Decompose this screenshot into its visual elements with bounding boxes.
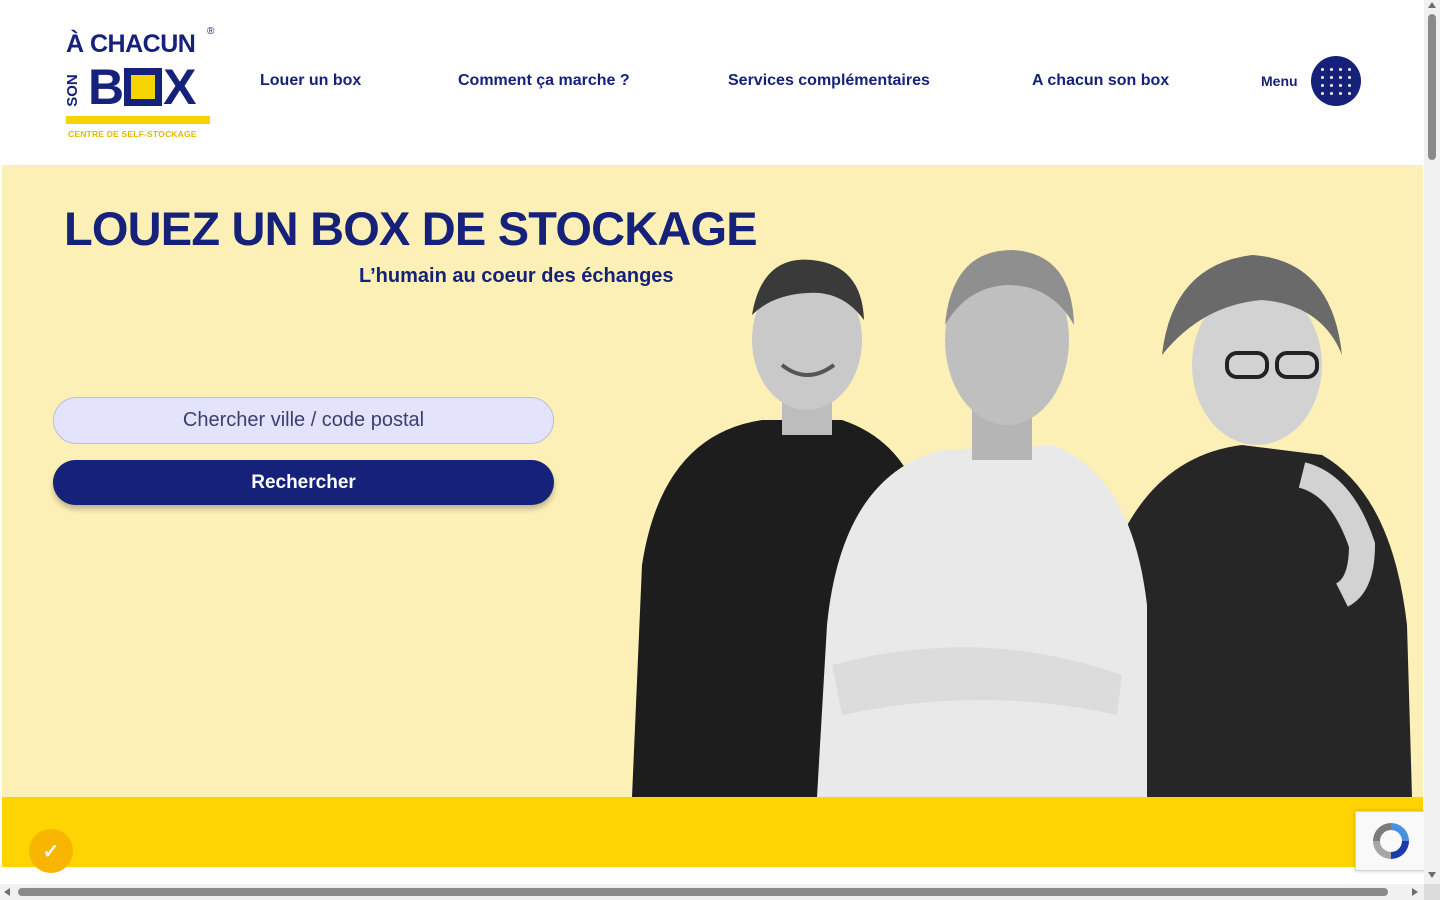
scroll-up-icon[interactable] bbox=[1428, 2, 1436, 8]
site-header: À CHACUN ® SON BX CENTRE DE SELF-STOCKAG… bbox=[0, 0, 1424, 165]
scroll-down-icon[interactable] bbox=[1428, 872, 1436, 878]
logo-bar bbox=[66, 116, 210, 124]
hero-section: LOUEZ UN BOX DE STOCKAGE L’humain au coe… bbox=[2, 165, 1423, 797]
logo-box-square bbox=[124, 68, 163, 106]
nav-services-complementaires[interactable]: Services complémentaires bbox=[728, 72, 930, 90]
scrollbar-corner bbox=[1424, 884, 1440, 900]
logo-box: BX bbox=[88, 59, 196, 115]
nav-louer-un-box[interactable]: Louer un box bbox=[260, 72, 361, 90]
scroll-left-icon[interactable] bbox=[4, 888, 10, 896]
person-middle bbox=[817, 250, 1147, 797]
menu-button[interactable] bbox=[1311, 56, 1361, 106]
scroll-right-icon[interactable] bbox=[1412, 888, 1418, 896]
site-logo[interactable]: À CHACUN ® SON BX CENTRE DE SELF-STOCKAG… bbox=[64, 26, 216, 142]
grid-dots-icon bbox=[1320, 67, 1324, 71]
check-icon: ✓ bbox=[42, 840, 60, 863]
horizontal-scrollbar[interactable] bbox=[0, 884, 1424, 900]
nav-comment-ca-marche[interactable]: Comment ça marche ? bbox=[458, 72, 630, 90]
logo-tagline: CENTRE DE SELF-STOCKAGE bbox=[68, 129, 197, 139]
nav-a-chacun-son-box[interactable]: A chacun son box bbox=[1032, 72, 1169, 90]
logo-registered: ® bbox=[207, 26, 215, 37]
horizontal-scroll-thumb[interactable] bbox=[18, 888, 1388, 896]
yellow-band bbox=[2, 797, 1423, 867]
consent-button[interactable]: ✓ bbox=[29, 829, 73, 873]
logo-box-x: X bbox=[163, 59, 196, 115]
recaptcha-icon bbox=[1373, 823, 1409, 859]
vertical-scrollbar[interactable] bbox=[1424, 0, 1440, 884]
logo-line1: À CHACUN bbox=[66, 30, 196, 58]
search-button[interactable]: Rechercher bbox=[53, 460, 554, 505]
vertical-scroll-thumb[interactable] bbox=[1428, 14, 1436, 160]
search-input[interactable] bbox=[53, 397, 554, 444]
team-photo bbox=[632, 250, 1412, 797]
recaptcha-badge[interactable] bbox=[1355, 811, 1427, 871]
logo-box-b: B bbox=[88, 59, 124, 115]
logo-son: SON bbox=[63, 74, 81, 107]
menu-label[interactable]: Menu bbox=[1261, 73, 1298, 89]
